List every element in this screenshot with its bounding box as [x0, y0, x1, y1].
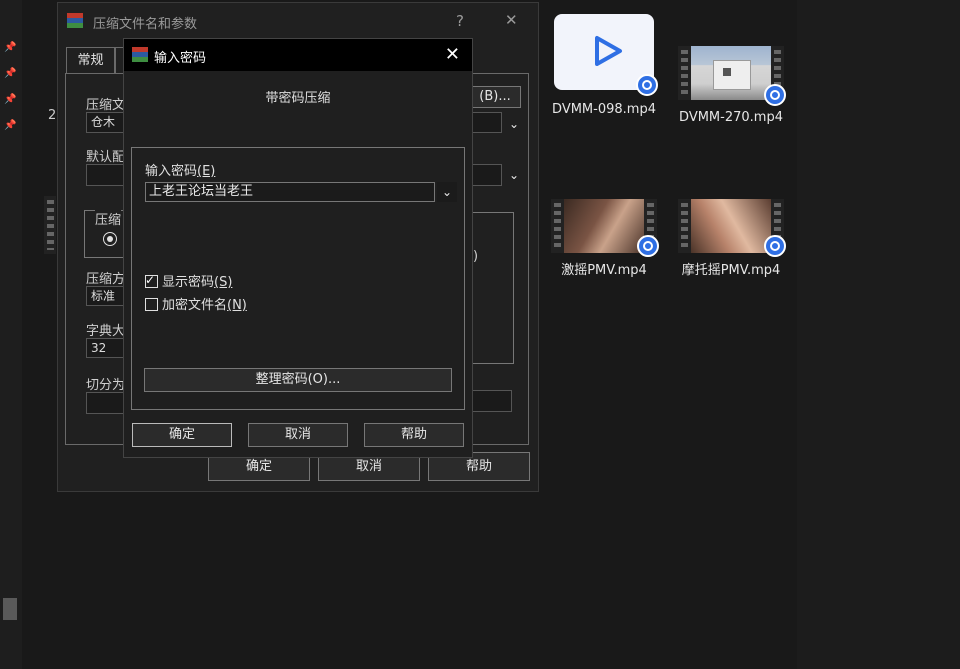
building-photo — [691, 46, 771, 100]
film-strip — [44, 196, 56, 254]
media-player-badge-icon — [636, 74, 658, 96]
file-name: DVMM-098.mp4 — [552, 102, 656, 117]
dialog-title: 压缩文件名和参数 — [93, 17, 198, 32]
dialog-title: 输入密码 — [154, 51, 207, 66]
film-strip — [678, 46, 691, 100]
file-name: 激摇PMV.mp4 — [561, 263, 647, 278]
dialog-subtitle: 带密码压缩 — [265, 91, 331, 106]
pin-icon[interactable]: 📌 — [4, 68, 16, 80]
dictionary-label: 字典大 — [86, 324, 126, 339]
quick-access-strip: 📌 📌 📌 📌 — [0, 0, 22, 669]
file-name: DVMM-270.mp4 — [679, 110, 783, 125]
archive-name-label: 压缩文 — [86, 98, 126, 113]
pin-icon[interactable]: 📌 — [4, 94, 16, 106]
ok-button[interactable]: 确定 — [132, 423, 232, 447]
split-field[interactable] — [86, 392, 126, 414]
cancel-button[interactable]: 取消 — [248, 423, 348, 447]
title-bar: 输入密码 ✕ — [124, 39, 472, 71]
enter-password-dialog: 输入密码 ✕ 带密码压缩 输入密码(E) 上老王论坛当老王 ⌄ ✓ 显示密码(S)… — [123, 38, 473, 458]
video-thumbnail — [678, 46, 786, 106]
file-item[interactable]: DVMM-270.mp4 — [676, 46, 786, 125]
show-password-checkbox[interactable]: ✓ 显示密码(S) — [145, 273, 232, 293]
password-group: 输入密码(E) 上老王论坛当老王 ⌄ ✓ 显示密码(S) 加密文件名(N) 整理密… — [131, 147, 465, 410]
dictionary-field[interactable]: 32 — [86, 338, 126, 358]
default-profile-label: 默认配 — [86, 150, 126, 165]
chevron-down-icon[interactable]: ⌄ — [506, 167, 522, 183]
enter-password-label: 输入密码(E) — [145, 164, 216, 179]
checkbox-checked[interactable]: ✓ — [145, 273, 158, 288]
password-input[interactable]: 上老王论坛当老王 — [145, 182, 435, 202]
close-icon[interactable]: ✕ — [505, 11, 518, 29]
video-thumbnail — [678, 199, 786, 257]
file-name: 摩托摇PMV.mp4 — [681, 263, 781, 278]
browse-button[interactable]: (B)... — [469, 86, 521, 108]
help-icon[interactable]: ? — [456, 12, 464, 30]
help-button[interactable]: 帮助 — [364, 423, 464, 447]
details-pane — [797, 0, 960, 669]
radio-button[interactable] — [103, 232, 117, 246]
video-frame — [691, 199, 771, 253]
media-player-badge-icon — [637, 235, 659, 257]
film-strip — [678, 199, 691, 253]
video-frame — [564, 199, 644, 253]
split-label: 切分为 — [86, 378, 126, 393]
scrollbar-thumb[interactable] — [3, 598, 17, 620]
checkbox-unchecked[interactable] — [145, 298, 158, 311]
winrar-icon — [132, 47, 148, 63]
video-thumbnail — [551, 199, 659, 257]
media-player-badge-icon — [764, 84, 786, 106]
encrypt-filenames-checkbox[interactable]: 加密文件名(N) — [145, 298, 247, 316]
chevron-down-icon[interactable]: ⌄ — [506, 116, 522, 132]
winrar-icon — [67, 13, 83, 29]
file-item[interactable]: DVMM-098.mp4 — [549, 14, 659, 117]
organize-passwords-button[interactable]: 整理密码(O)... — [144, 368, 452, 392]
options-fragment: ) — [473, 249, 479, 264]
pin-icon[interactable]: 📌 — [4, 42, 16, 54]
media-player-badge-icon — [764, 235, 786, 257]
tab-general[interactable]: 常规 — [66, 47, 115, 73]
format-label: 压缩 — [95, 209, 122, 228]
video-thumbnail — [554, 14, 658, 96]
chevron-down-icon[interactable]: ⌄ — [437, 182, 457, 202]
profile-field[interactable] — [86, 164, 126, 186]
close-icon[interactable]: ✕ — [445, 44, 460, 65]
method-label: 压缩方 — [86, 272, 126, 287]
method-field[interactable]: 标准 — [86, 286, 126, 306]
file-item[interactable]: 摩托摇PMV.mp4 — [676, 199, 786, 278]
pin-icon[interactable]: 📌 — [4, 120, 16, 132]
file-item[interactable]: 激摇PMV.mp4 — [549, 199, 659, 278]
film-strip — [551, 199, 564, 253]
background-text: 2 — [48, 108, 57, 123]
